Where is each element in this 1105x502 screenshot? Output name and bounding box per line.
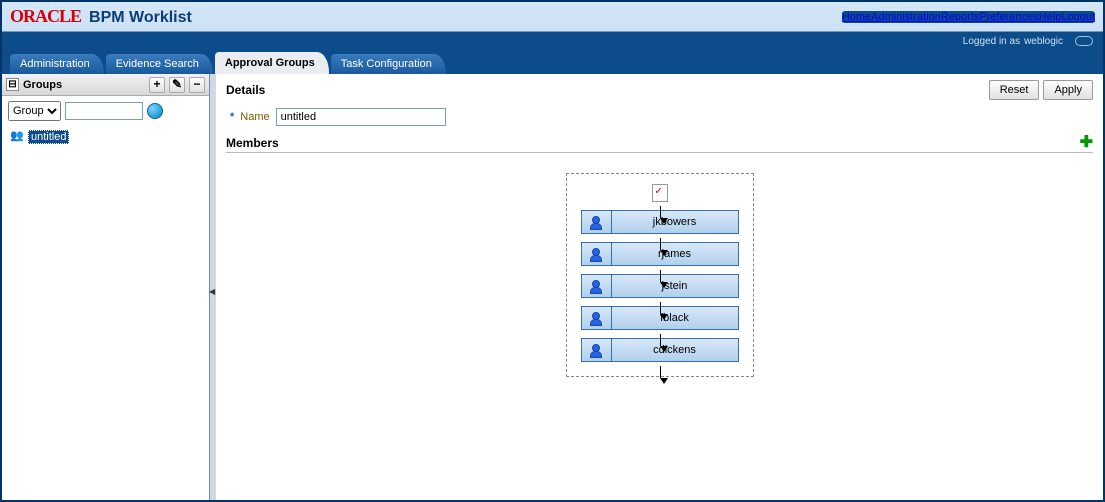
search-go-icon[interactable] [147, 103, 163, 119]
nav-help[interactable]: Help [1039, 11, 1062, 23]
groups-tree: untitled [2, 126, 209, 148]
panel-collapse-toggle[interactable]: ⊟ [6, 78, 19, 91]
nav-reports[interactable]: Reports [941, 11, 980, 23]
flow-start-node-icon[interactable] [652, 184, 668, 202]
reset-button[interactable]: Reset [989, 80, 1040, 100]
tree-item-label: untitled [28, 130, 69, 144]
tab-task-configuration[interactable]: Task Configuration [331, 54, 446, 74]
nav-logout[interactable]: Logout [1061, 11, 1095, 23]
member-name: jstein [612, 280, 738, 292]
second-level-tabs: Administration Evidence Search Approval … [2, 50, 1103, 74]
app-header: ORACLE BPM Worklist Home Administration … [2, 2, 1103, 32]
approval-flow-diagram: jkbowers rjames jstein [226, 159, 1093, 377]
name-field-label: Name [240, 111, 269, 123]
nav-administration[interactable]: Administration [871, 11, 941, 23]
app-title: BPM Worklist [89, 9, 192, 27]
tree-item-untitled[interactable]: untitled [8, 128, 203, 146]
login-user: weblogic [1024, 36, 1063, 47]
member-name: jkbowers [612, 216, 738, 228]
login-prefix: Logged in as [963, 36, 1020, 47]
user-icon [590, 248, 602, 260]
apply-button[interactable]: Apply [1043, 80, 1093, 100]
top-nav: Home Administration Reports Preferences … [842, 11, 1095, 23]
member-name: cdickens [612, 344, 738, 356]
tab-administration[interactable]: Administration [10, 54, 104, 74]
members-section-title: Members [226, 136, 1080, 150]
user-icon [590, 312, 602, 324]
user-icon [590, 216, 602, 228]
nav-preferences[interactable]: Preferences [979, 11, 1038, 23]
login-status-bar: Logged in as weblogic [2, 32, 1103, 50]
filter-type-select[interactable]: Group [8, 101, 61, 121]
details-section-title: Details [226, 83, 985, 97]
user-icon [590, 280, 602, 292]
edit-group-button[interactable]: ✎ [169, 77, 185, 93]
tab-approval-groups[interactable]: Approval Groups [215, 52, 329, 74]
oracle-logo: ORACLE [10, 6, 81, 27]
tab-evidence-search[interactable]: Evidence Search [106, 54, 213, 74]
nav-home[interactable]: Home [842, 11, 871, 23]
add-member-icon[interactable]: ✚ [1080, 136, 1093, 150]
details-panel: Details Reset Apply * Name Members ✚ [216, 74, 1103, 500]
name-input[interactable] [276, 108, 446, 126]
group-icon [10, 132, 24, 143]
remove-group-button[interactable]: − [189, 77, 205, 93]
user-icon [590, 344, 602, 356]
groups-panel: ⊟ Groups + ✎ − Group untitled [2, 74, 210, 500]
required-asterisk: * [230, 111, 234, 123]
status-pill-icon [1075, 36, 1093, 46]
add-group-button[interactable]: + [149, 77, 165, 93]
filter-input[interactable] [65, 102, 143, 120]
member-name: fblack [612, 312, 738, 324]
groups-panel-title: Groups [23, 79, 145, 91]
member-name: rjames [612, 248, 738, 260]
